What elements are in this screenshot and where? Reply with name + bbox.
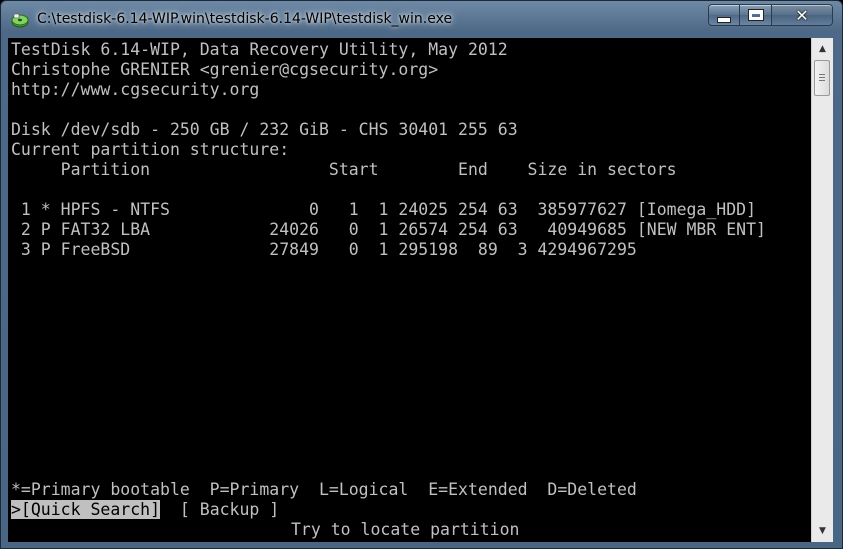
menu-hint: Try to locate partition — [291, 520, 520, 539]
title-bar[interactable]: C:\testdisk-6.14-WIP.win\testdisk-6.14-W… — [1, 1, 842, 37]
scroll-up-arrow-icon[interactable]: ▲ — [814, 40, 831, 57]
close-button[interactable]: ✕ — [771, 4, 833, 26]
partition-table-header: Partition Start End Size in sectors — [11, 160, 677, 179]
partition-row[interactable]: 3 P FreeBSD 27849 0 1 295198 89 3 429496… — [11, 240, 637, 260]
partition-row[interactable]: 1 * HPFS - NTFS 0 1 1 24025 254 63 38597… — [11, 200, 756, 220]
minimize-button[interactable] — [708, 4, 740, 26]
header-line-author: Christophe GRENIER <grenier@cgsecurity.o… — [11, 60, 439, 79]
close-icon: ✕ — [795, 5, 809, 25]
maximize-button[interactable] — [739, 4, 772, 26]
window-title: C:\testdisk-6.14-WIP.win\testdisk-6.14-W… — [37, 11, 453, 27]
header-line-url: http://www.cgsecurity.org — [11, 80, 260, 99]
structure-title: Current partition structure: — [11, 140, 290, 159]
disk-info: Disk /dev/sdb - 250 GB / 232 GiB - CHS 3… — [11, 120, 518, 139]
quick-search-button[interactable]: >[Quick Search] — [11, 500, 161, 519]
console-window: C:\testdisk-6.14-WIP.win\testdisk-6.14-W… — [0, 0, 843, 549]
console-output[interactable]: TestDisk 6.14-WIP, Data Recovery Utility… — [8, 38, 811, 542]
partition-type-legend: *=Primary bootable P=Primary L=Logical E… — [11, 480, 637, 499]
minimize-icon — [717, 17, 731, 23]
scrollbar-thumb[interactable] — [814, 60, 830, 96]
maximize-icon — [747, 9, 764, 21]
menu-line: >[Quick Search] [ Backup ] — [11, 500, 279, 520]
vertical-scrollbar[interactable]: ▲ ▼ — [811, 38, 833, 542]
testdisk-app-icon[interactable] — [11, 12, 29, 28]
header-line-title: TestDisk 6.14-WIP, Data Recovery Utility… — [11, 40, 508, 59]
scroll-down-arrow-icon[interactable]: ▼ — [814, 522, 831, 539]
partition-row[interactable]: 2 P FAT32 LBA 24026 0 1 26574 254 63 409… — [11, 220, 766, 240]
backup-button[interactable]: [ Backup ] — [180, 500, 279, 519]
